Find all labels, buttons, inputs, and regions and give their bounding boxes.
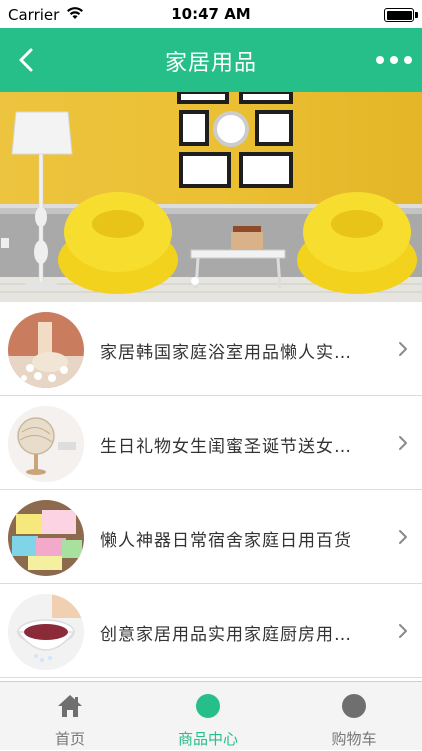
product-title: 创意家居用品实用家庭厨房用… xyxy=(100,625,352,645)
tab-label: 首页 xyxy=(54,730,85,748)
page-title: 家居用品 xyxy=(164,51,257,76)
product-thumbnail xyxy=(8,500,84,576)
circle-icon xyxy=(342,694,366,718)
product-title: 生日礼物女生闺蜜圣诞节送女… xyxy=(100,437,352,457)
circle-icon xyxy=(196,694,220,718)
clock: 10:47 AM xyxy=(171,5,251,23)
product-thumbnail xyxy=(8,312,84,388)
banner-carousel[interactable] xyxy=(0,92,422,302)
banner-image xyxy=(0,92,422,302)
more-dots-icon xyxy=(376,56,384,64)
product-list: 家居韩国家庭浴室用品懒人实… 生日礼物女生闺蜜圣诞节送女… 懒人神器日常宿舍家庭… xyxy=(0,302,422,678)
list-item[interactable]: 懒人神器日常宿舍家庭日用百货 xyxy=(0,490,422,584)
carousel-indicator[interactable] xyxy=(190,276,200,286)
chevron-right-icon xyxy=(399,436,407,450)
tab-label: 商品中心 xyxy=(177,730,238,748)
product-thumbnail xyxy=(8,406,84,482)
chevron-right-icon xyxy=(399,530,407,544)
navigation-bar: 家居用品 xyxy=(0,28,422,92)
tab-bar: 首页 商品中心 购物车 xyxy=(0,681,422,750)
battery-icon xyxy=(384,8,418,22)
list-item[interactable]: 生日礼物女生闺蜜圣诞节送女… xyxy=(0,396,422,490)
list-item[interactable]: 创意家居用品实用家庭厨房用… xyxy=(0,584,422,678)
more-button[interactable] xyxy=(376,48,412,72)
tab-product-center[interactable]: 商品中心 xyxy=(138,682,278,751)
status-bar: Carrier 10:47 AM xyxy=(0,0,422,30)
tab-home[interactable]: 首页 xyxy=(0,682,140,751)
tab-label: 购物车 xyxy=(331,730,377,748)
list-item[interactable]: 家居韩国家庭浴室用品懒人实… xyxy=(0,302,422,396)
product-thumbnail xyxy=(8,594,84,670)
tab-cart[interactable]: 购物车 xyxy=(284,682,422,751)
product-title: 懒人神器日常宿舍家庭日用百货 xyxy=(100,531,352,551)
product-title: 家居韩国家庭浴室用品懒人实… xyxy=(100,343,352,363)
home-icon xyxy=(58,695,82,717)
chevron-right-icon xyxy=(399,342,407,356)
chevron-right-icon xyxy=(399,624,407,638)
